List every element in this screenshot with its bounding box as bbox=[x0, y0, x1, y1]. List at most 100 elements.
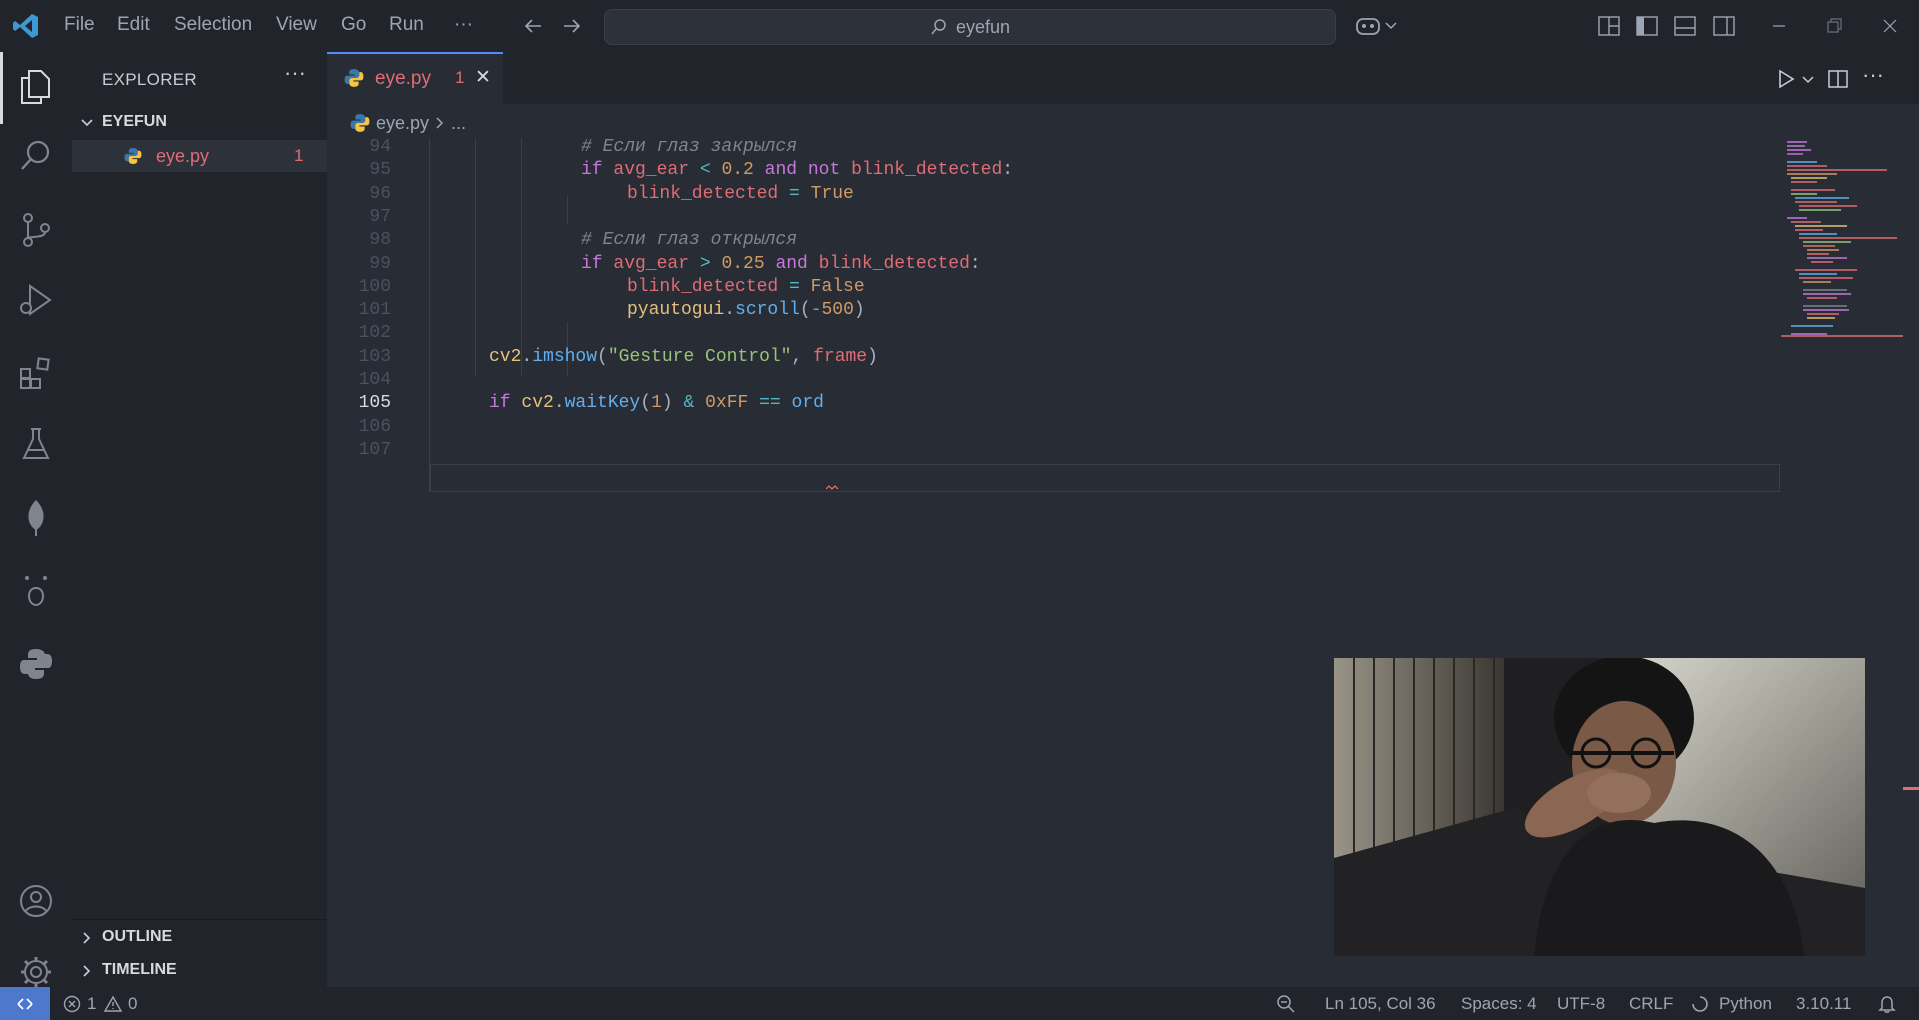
code-token: 0.25 bbox=[721, 253, 765, 274]
error-icon bbox=[63, 995, 81, 1013]
menu-edit[interactable]: Edit bbox=[117, 14, 150, 36]
close-window-icon[interactable] bbox=[1880, 16, 1900, 36]
line-number: 106 bbox=[358, 416, 391, 437]
editor-more-actions-icon[interactable]: ··· bbox=[1862, 62, 1884, 88]
toggle-primary-sidebar-icon[interactable] bbox=[1636, 16, 1658, 36]
menu-more[interactable]: ··· bbox=[454, 14, 473, 36]
code-text: blink_detected = False bbox=[627, 277, 865, 297]
menu-file[interactable]: File bbox=[64, 14, 95, 36]
run-chevron-down-icon[interactable] bbox=[1801, 74, 1815, 86]
code-token: ( bbox=[799, 300, 811, 321]
code-token: scroll bbox=[735, 300, 800, 321]
extensions-icon[interactable] bbox=[14, 351, 58, 395]
code-token: . bbox=[521, 346, 533, 367]
code-token: frame bbox=[813, 346, 868, 367]
code-token: blink_detected bbox=[851, 160, 1003, 181]
mongodb-leaf-icon[interactable] bbox=[14, 496, 58, 540]
minimap[interactable] bbox=[1777, 138, 1903, 348]
remote-indicator[interactable] bbox=[0, 987, 50, 1020]
python-icon[interactable] bbox=[14, 642, 58, 686]
copilot-chevron-down-icon[interactable] bbox=[1384, 20, 1398, 32]
code-token: if bbox=[581, 253, 614, 274]
remote-icon bbox=[17, 997, 33, 1010]
code-token: blink_detected bbox=[818, 253, 970, 274]
menu-go[interactable]: Go bbox=[341, 14, 366, 36]
menu-view[interactable]: View bbox=[276, 14, 317, 36]
zoom-icon[interactable] bbox=[1276, 994, 1296, 1014]
section-timeline[interactable]: TIMELINE bbox=[72, 955, 327, 987]
code-token: avg_ear bbox=[613, 253, 690, 274]
minimize-icon[interactable] bbox=[1769, 16, 1789, 36]
file-name: eye.py bbox=[156, 146, 210, 166]
code-token: avg_ear bbox=[613, 160, 690, 181]
notifications-bell-icon[interactable] bbox=[1877, 994, 1897, 1014]
code-text: pyautogui.scroll(-500) bbox=[627, 300, 865, 320]
accounts-icon[interactable] bbox=[14, 879, 58, 923]
language-mode[interactable]: Python bbox=[1719, 994, 1772, 1014]
code-token: 0.2 bbox=[721, 160, 754, 181]
warning-count[interactable]: 0 bbox=[128, 994, 137, 1014]
toggle-panel-icon[interactable] bbox=[1674, 16, 1696, 36]
active-indicator bbox=[0, 52, 3, 124]
file-eye-py[interactable]: eye.py 1 bbox=[72, 140, 327, 172]
breadcrumb-symbol[interactable]: ... bbox=[451, 113, 466, 134]
forward-arrow-icon[interactable] bbox=[561, 15, 583, 37]
indentation[interactable]: Spaces: 4 bbox=[1461, 994, 1537, 1014]
webcam-preview-window[interactable] bbox=[1334, 658, 1865, 956]
search-icon bbox=[931, 19, 946, 35]
code-token: & bbox=[672, 393, 706, 414]
end-of-line[interactable]: CRLF bbox=[1629, 994, 1673, 1014]
menu-selection[interactable]: Selection bbox=[174, 14, 252, 36]
code-line[interactable]: 107 bbox=[327, 440, 1777, 468]
code-text: if avg_ear < 0.2 and not blink_detected: bbox=[581, 160, 1013, 180]
code-token: - bbox=[810, 300, 822, 321]
editor-tab-bar: ··· bbox=[327, 52, 1919, 104]
line-number: 96 bbox=[369, 183, 391, 204]
code-token: blink_detected bbox=[627, 183, 779, 204]
testing-flask-icon[interactable] bbox=[14, 422, 58, 466]
code-token: # Если глаз закрылся bbox=[581, 137, 798, 157]
section-outline[interactable]: OUTLINE bbox=[72, 922, 327, 954]
encoding[interactable]: UTF-8 bbox=[1557, 994, 1605, 1014]
code-token: 0xFF bbox=[705, 393, 749, 414]
run-debug-icon[interactable] bbox=[14, 278, 58, 322]
back-arrow-icon[interactable] bbox=[522, 15, 544, 37]
cursor-position[interactable]: Ln 105, Col 36 bbox=[1325, 994, 1436, 1014]
code-token: if bbox=[581, 160, 614, 181]
copilot-icon[interactable] bbox=[1354, 14, 1382, 38]
toggle-secondary-sidebar-icon[interactable] bbox=[1713, 16, 1735, 36]
vscode-logo-icon[interactable] bbox=[12, 12, 40, 40]
source-control-icon[interactable] bbox=[14, 208, 58, 252]
webcam-frame-image bbox=[1334, 658, 1865, 956]
error-count[interactable]: 1 bbox=[87, 994, 96, 1014]
explorer-title: EXPLORER bbox=[102, 70, 197, 89]
code-token: imshow bbox=[532, 346, 598, 367]
tab-eye-py[interactable]: eye.py 1 ✕ bbox=[327, 52, 503, 104]
explorer-more-actions-icon[interactable]: ··· bbox=[284, 60, 306, 86]
line-number: 107 bbox=[358, 439, 391, 460]
explorer-icon[interactable] bbox=[14, 65, 58, 109]
breadcrumb-file[interactable]: eye.py bbox=[376, 113, 429, 134]
error-squiggle bbox=[826, 485, 839, 490]
scrollbar-error-marker bbox=[1903, 787, 1919, 790]
split-editor-icon[interactable] bbox=[1827, 68, 1849, 90]
python-version[interactable]: 3.10.11 bbox=[1796, 994, 1851, 1014]
code-token: blink_detected bbox=[627, 276, 779, 297]
tab-close-icon[interactable]: ✕ bbox=[475, 66, 491, 89]
menu-run[interactable]: Run bbox=[389, 14, 424, 36]
search-icon[interactable] bbox=[14, 134, 58, 178]
code-token: 1 bbox=[651, 393, 662, 414]
folder-eyefun[interactable]: EYEFUN bbox=[72, 108, 327, 138]
restore-icon[interactable] bbox=[1824, 16, 1844, 36]
alien-extension-icon[interactable] bbox=[14, 568, 58, 612]
code-token: pyautogui bbox=[627, 300, 725, 321]
chevron-down-icon bbox=[81, 119, 93, 127]
warning-icon bbox=[103, 995, 123, 1012]
code-token: 500 bbox=[821, 300, 854, 321]
run-python-file-icon[interactable] bbox=[1775, 68, 1797, 90]
customize-layout-icon[interactable] bbox=[1598, 16, 1620, 36]
divider bbox=[72, 919, 327, 920]
line-number: 100 bbox=[358, 276, 391, 297]
command-center-search[interactable]: eyefun bbox=[604, 9, 1336, 45]
line-number: 101 bbox=[358, 300, 391, 321]
